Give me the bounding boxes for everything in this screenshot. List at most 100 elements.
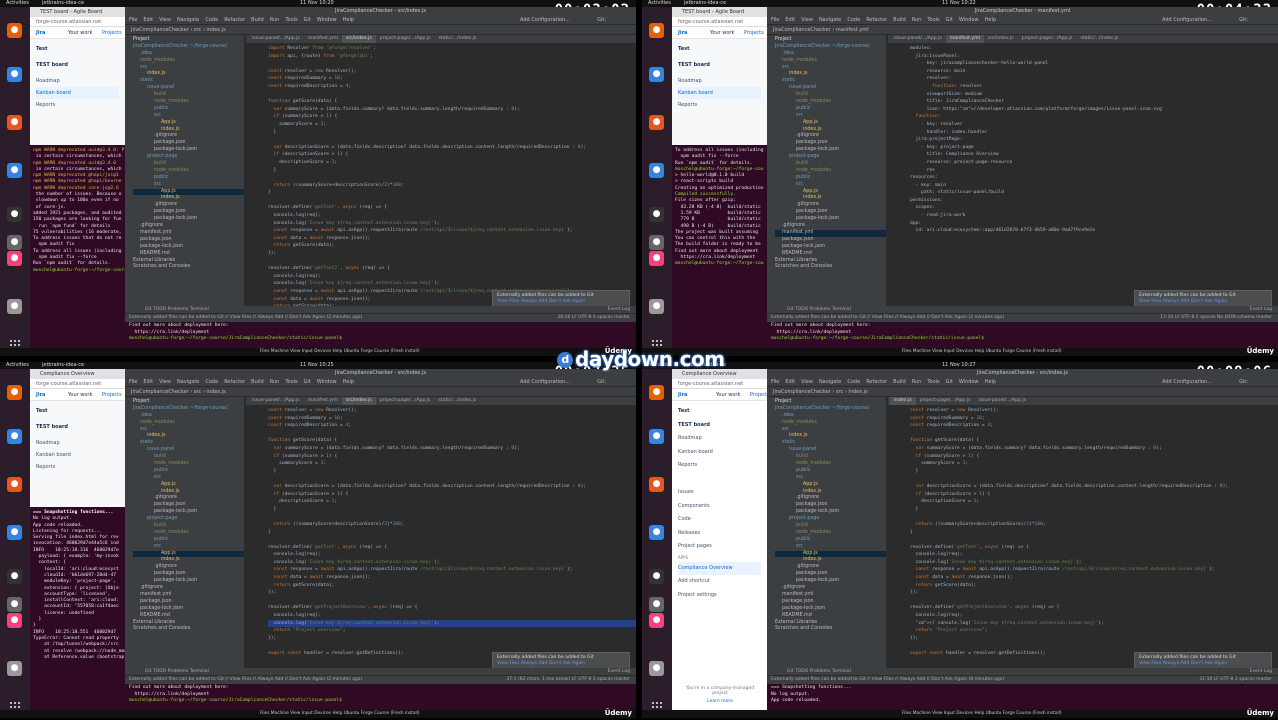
jira-sidebar-item[interactable] [678,473,761,487]
files-icon[interactable]: ● [649,597,664,612]
terminal-icon[interactable]: ● [7,207,22,222]
menu-item[interactable]: Help [343,379,354,385]
menu-item[interactable]: File [771,17,779,23]
jira-sidebar-item[interactable]: Kanban board [678,446,761,460]
editor-tab[interactable]: issue-panel/.../App.js [974,397,1030,405]
tree-node[interactable]: App.js [775,482,886,489]
menu-item[interactable]: Edit [785,17,795,23]
url-bar[interactable]: forge-course.atlassian.net [672,379,767,389]
tree-node[interactable]: public [133,175,244,182]
tree-node[interactable]: public [133,106,244,113]
firefox-icon[interactable]: ● [649,23,664,38]
tool-buttons[interactable]: Git TODO Problems Terminal [787,669,851,674]
mail-icon[interactable]: ● [649,429,664,444]
menu-item[interactable]: Git [304,379,311,385]
jira-sidebar-item[interactable]: TEST board [36,421,119,437]
help-icon[interactable]: ● [7,525,22,540]
editor-tab[interactable]: static/.../index.js [434,35,480,43]
your-work-menu[interactable]: Your work [68,389,92,401]
jira-sidebar-item[interactable]: Roadmap [36,437,119,449]
url-bar[interactable]: forge-course.atlassian.net [672,17,767,27]
editor-tab[interactable]: manifest.yml [945,35,984,43]
tree-node[interactable]: node_modules [775,461,886,468]
clock[interactable]: 11 Nov 10:25 [300,362,334,369]
menu-item[interactable]: View [801,379,813,385]
tree-node[interactable]: public [775,468,886,475]
activities-button[interactable]: Activities [648,0,671,7]
tree-node[interactable]: package-lock.json [133,244,244,251]
menu-item[interactable]: Edit [785,379,795,385]
tree-node[interactable]: node_modules [133,461,244,468]
menu-item[interactable]: Tools [927,17,939,23]
jira-sidebar-item[interactable]: Kanban board [678,87,761,99]
vm-menu[interactable]: Files Machine View Input Devices Help Ub… [260,349,420,354]
breadcrumb[interactable]: JiraComplianceChecker › src › index.js [767,387,1278,397]
project-panel-label[interactable]: Project [133,399,244,406]
tree-node[interactable]: src [133,182,244,189]
tree-node[interactable]: .gitignore [775,202,886,209]
menu-item[interactable]: Window [959,379,979,385]
editor-tab[interactable]: issue-panel/.../App.js [248,35,304,43]
status-info[interactable]: 37:1 (62 chars, 1 line break) LF UTF-8 2… [506,676,630,684]
notification-actions[interactable]: View Files Always Add Don't Ask Again [1139,661,1267,667]
tree-node[interactable]: App.js [133,550,244,558]
terminal-window[interactable]: === Snapshotting functions... No log outp… [30,507,125,718]
tree-node[interactable]: Scratches and Consoles [775,264,886,271]
terminal-icon[interactable]: ● [649,569,664,584]
tree-node[interactable]: public [775,106,886,113]
editor-tab[interactable]: manifest.yml [304,35,342,43]
menu-item[interactable]: Git [304,17,311,23]
tree-node[interactable]: JiraComplianceChecker ~/forge-course/ [133,406,244,413]
editor-tab[interactable]: project-page/.../App.js [916,397,975,405]
menu-item[interactable]: Build [251,379,264,385]
editor-tab[interactable]: manifest.yml [304,397,342,405]
tree-node[interactable]: project-page [775,516,886,523]
status-info[interactable]: 28:26 LF UTF-8 4 spaces master [557,314,630,322]
tree-node[interactable]: README.md [133,613,244,620]
tree-node[interactable]: src [775,113,886,120]
menu-item[interactable]: Refactor [224,379,245,385]
tool-buttons[interactable]: Git TODO Problems Terminal [145,307,209,312]
add-configuration-button[interactable]: Add Configuration... [1162,16,1212,25]
add-configuration-button[interactable]: Add Configuration... [1162,378,1212,387]
jira-sidebar-item[interactable]: Kanban board [36,449,119,461]
jira-sidebar-item[interactable]: Project pages [678,540,761,554]
tree-node[interactable]: .gitignore [133,223,244,230]
browser-tab[interactable]: TEST board - Agile Board [30,7,125,17]
menu-item[interactable]: Help [343,17,354,23]
mail-icon[interactable]: ● [7,429,22,444]
tree-node[interactable]: project-page [133,516,244,523]
tree-node[interactable]: App.js [133,120,244,127]
tree-node[interactable]: .gitignore [133,133,244,140]
menu-item[interactable]: Git [946,379,953,385]
files-icon[interactable]: ● [649,235,664,250]
code-content[interactable]: const resolver = new Resolver(); const re… [888,405,1278,658]
tree-node[interactable]: node_modules [133,58,244,65]
event-log-button[interactable]: Event Log [608,306,630,313]
tree-node[interactable]: node_modules [133,99,244,106]
tree-node[interactable]: package.json [775,237,886,244]
code-editor[interactable]: issue-panel/.../App.js manifest.yml src/in… [888,35,1278,313]
tree-node[interactable]: manifest.yml [775,592,886,599]
vm-menu[interactable]: Files Machine View Input Devices Help Ub… [902,711,1062,716]
jira-sidebar-item[interactable]: Compliance Overview [678,561,761,575]
tree-node[interactable]: node_modules [775,58,886,65]
tree-node[interactable]: build [775,92,886,99]
code-content[interactable]: modules: jira:issuePanel: - key: jiracom… [888,43,1278,235]
tree-node[interactable]: build [133,161,244,168]
breadcrumb[interactable]: JiraComplianceChecker › manifest.yml [767,25,1278,35]
tree-node[interactable]: App.js [133,482,244,489]
editor-tab[interactable]: issue-panel/.../App.js [890,35,946,43]
menu-item[interactable]: Tools [927,379,939,385]
jira-sidebar-item[interactable]: TEST board [678,419,761,433]
tree-node[interactable]: package.json [133,599,244,606]
jira-sidebar-item[interactable]: Test [678,405,761,419]
tree-node[interactable]: public [133,537,244,544]
tree-node[interactable]: README.md [133,251,244,258]
notification-actions[interactable]: View Files Always Add Don't Ask Again [497,299,625,305]
terminal-strip[interactable]: Find out more about deployment here: htt… [767,322,1278,348]
intellij-icon[interactable]: ● [7,251,22,266]
tree-node[interactable]: index.js [775,489,886,496]
event-log-button[interactable]: Event Log [1250,668,1272,675]
tree-node[interactable]: .idea [133,413,244,420]
